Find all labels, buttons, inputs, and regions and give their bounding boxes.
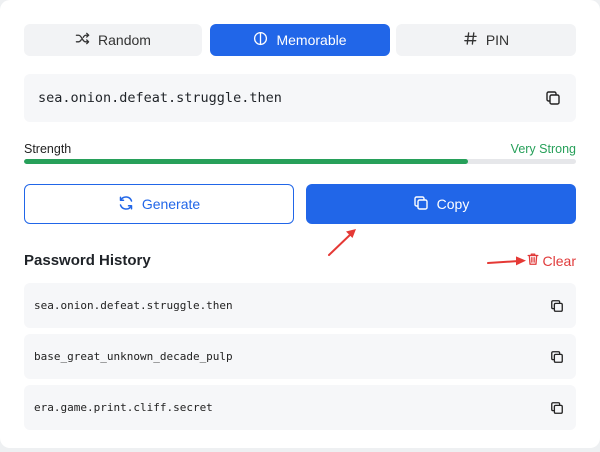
strength-label: Strength (24, 142, 72, 156)
strength-meter-fill (24, 159, 468, 164)
annotation-arrow-clear (487, 256, 526, 266)
copy-icon[interactable] (548, 399, 566, 417)
tab-random-label: Random (98, 32, 151, 48)
tab-pin[interactable]: PIN (396, 24, 576, 56)
list-item: era.game.print.cliff.secret (24, 385, 576, 430)
password-display: sea.onion.defeat.struggle.then (24, 74, 576, 122)
annotation-arrow-copy (328, 229, 356, 256)
clear-label: Clear (542, 252, 576, 269)
tab-memorable[interactable]: Memorable (210, 24, 390, 56)
strength-value: Very Strong (510, 142, 576, 156)
generated-password: sea.onion.defeat.struggle.then (38, 90, 282, 106)
password-generator-card: Random Memorable PIN sea.onion.defeat.st… (0, 0, 600, 448)
strength-row: Strength Very Strong (24, 142, 576, 156)
copy-icon[interactable] (544, 89, 562, 107)
tab-pin-label: PIN (485, 32, 510, 48)
hash-icon (463, 31, 478, 49)
refresh-icon (118, 195, 134, 214)
copy-icon[interactable] (548, 297, 566, 315)
mode-tabs: Random Memorable PIN (24, 24, 576, 56)
clear-history-button[interactable]: Clear (526, 252, 576, 269)
list-item: sea.onion.defeat.struggle.then (24, 283, 576, 328)
tab-random[interactable]: Random (24, 24, 202, 56)
copy-icon[interactable] (548, 348, 566, 366)
copy-button[interactable]: Copy (306, 184, 576, 224)
strength-meter (24, 159, 576, 164)
tab-memorable-label: Memorable (276, 32, 347, 48)
copy-icon (413, 195, 429, 214)
shuffle-icon (75, 31, 90, 49)
generate-button[interactable]: Generate (24, 184, 294, 224)
history-title: Password History (24, 252, 151, 269)
history-password: base_great_unknown_decade_pulp (34, 350, 233, 363)
copy-label: Copy (436, 196, 470, 212)
generate-label: Generate (141, 196, 201, 212)
list-item: base_great_unknown_decade_pulp (24, 334, 576, 379)
history-password: era.game.print.cliff.secret (34, 401, 213, 414)
history-list: sea.onion.defeat.struggle.then base_grea… (24, 283, 576, 436)
trash-icon (526, 252, 540, 269)
history-password: sea.onion.defeat.struggle.then (34, 299, 233, 312)
circle-half-icon (253, 31, 268, 49)
